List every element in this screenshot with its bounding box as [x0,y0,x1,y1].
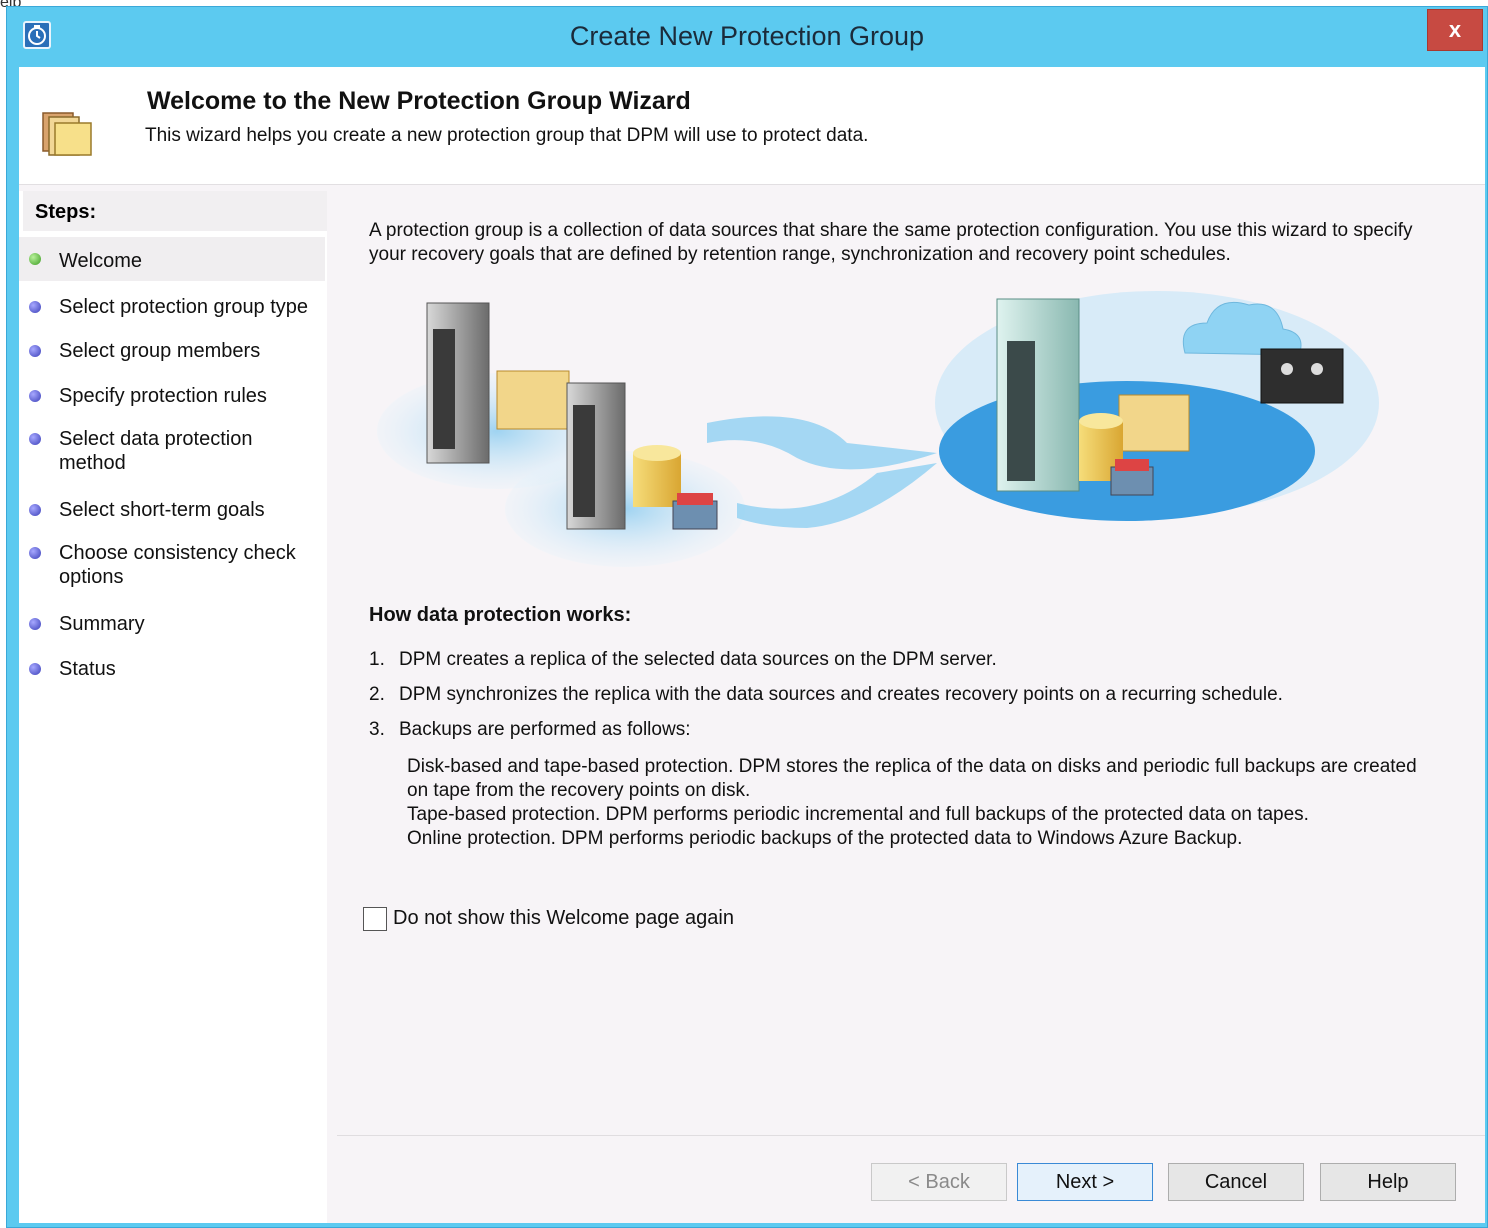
list-item: 3. Backups are performed as follows: [369,719,690,741]
step-active-bullet-icon [29,253,41,265]
storage-icon [672,493,718,530]
detail-disk-tape: Disk-based and tape-based protection. DP… [407,756,1417,801]
step-select-group-members[interactable]: Select group members [19,339,325,363]
step-label: Specify protection rules [59,385,267,407]
help-button[interactable]: Help [1320,1163,1456,1201]
wizard-window: Create New Protection Group x Welcome to… [6,6,1488,1228]
steps-title: Steps: [23,191,327,231]
step-label: Select data protection method [59,428,253,474]
step-label: Summary [59,613,145,635]
step-bullet-icon [29,345,41,357]
step-bullet-icon [29,433,41,445]
data-protection-illustration [377,283,1397,583]
step-bullet-icon [29,390,41,402]
list-item: 1. DPM creates a replica of the selected … [369,649,997,671]
wizard-content: A protection group is a collection of da… [337,191,1485,1223]
step-choose-consistency-check-options[interactable]: Choose consistency check options [19,541,315,589]
title-bar[interactable]: Create New Protection Group x [7,7,1487,69]
storage-icon [1110,459,1154,496]
step-bullet-icon [29,504,41,516]
step-bullet-icon [29,301,41,313]
step-bullet-icon [29,618,41,630]
database-icon [633,445,681,507]
list-number: 1. [369,649,385,670]
wizard-title: Welcome to the New Protection Group Wiza… [147,87,691,115]
step-bullet-icon [29,547,41,559]
list-number: 2. [369,684,385,705]
wizard-header: Welcome to the New Protection Group Wiza… [19,67,1485,185]
source-server-icon [566,382,626,530]
list-text: Backups are performed as follows: [399,719,691,740]
step-select-protection-group-type[interactable]: Select protection group type [19,295,325,319]
next-button[interactable]: Next > [1017,1163,1153,1201]
step-label: Status [59,658,116,680]
do-not-show-label[interactable]: Do not show this Welcome page again [393,907,734,930]
step-bullet-icon [29,663,41,675]
wizard-subtitle: This wizard helps you create a new prote… [145,125,869,146]
step-status[interactable]: Status [19,657,325,681]
folder-icon [41,109,95,159]
detail-online: Online protection. DPM performs periodic… [407,828,1243,849]
sync-arrows-icon [707,416,937,470]
steps-panel: Steps: Welcome Select protection group t… [19,191,327,1223]
how-it-works-title: How data protection works: [369,604,632,626]
step-label: Choose consistency check options [59,542,296,588]
detail-tape: Tape-based protection. DPM performs peri… [407,804,1309,825]
folder-icon [1118,394,1190,452]
tape-icon [1260,348,1344,404]
intro-text: A protection group is a collection of da… [369,220,1413,265]
list-item: 2. DPM synchronizes the replica with the … [369,684,1283,706]
wizard-client-area: Welcome to the New Protection Group Wiza… [19,67,1485,1223]
step-welcome[interactable]: Welcome [19,237,325,281]
backup-details: Disk-based and tape-based protection. DP… [407,755,1427,851]
close-button[interactable]: x [1427,9,1483,51]
dpm-server-icon [996,298,1080,492]
step-select-short-term-goals[interactable]: Select short-term goals [19,498,325,522]
step-summary[interactable]: Summary [19,612,325,636]
step-label: Welcome [59,250,142,272]
step-specify-protection-rules[interactable]: Specify protection rules [19,384,325,408]
list-number: 3. [369,719,385,740]
folder-icon [496,370,570,430]
cancel-button[interactable]: Cancel [1168,1163,1304,1201]
list-text: DPM synchronizes the replica with the da… [399,684,1283,705]
step-label: Select protection group type [59,296,309,318]
source-server-icon [426,302,490,464]
window-title: Create New Protection Group [569,21,925,51]
list-text: DPM creates a replica of the selected da… [399,649,997,670]
step-select-data-protection-method[interactable]: Select data protection method [19,427,269,475]
footer-divider [337,1135,1485,1136]
back-button[interactable]: < Back [871,1163,1007,1201]
do-not-show-checkbox[interactable] [363,907,387,931]
step-label: Select group members [59,340,261,362]
step-label: Select short-term goals [59,499,265,521]
